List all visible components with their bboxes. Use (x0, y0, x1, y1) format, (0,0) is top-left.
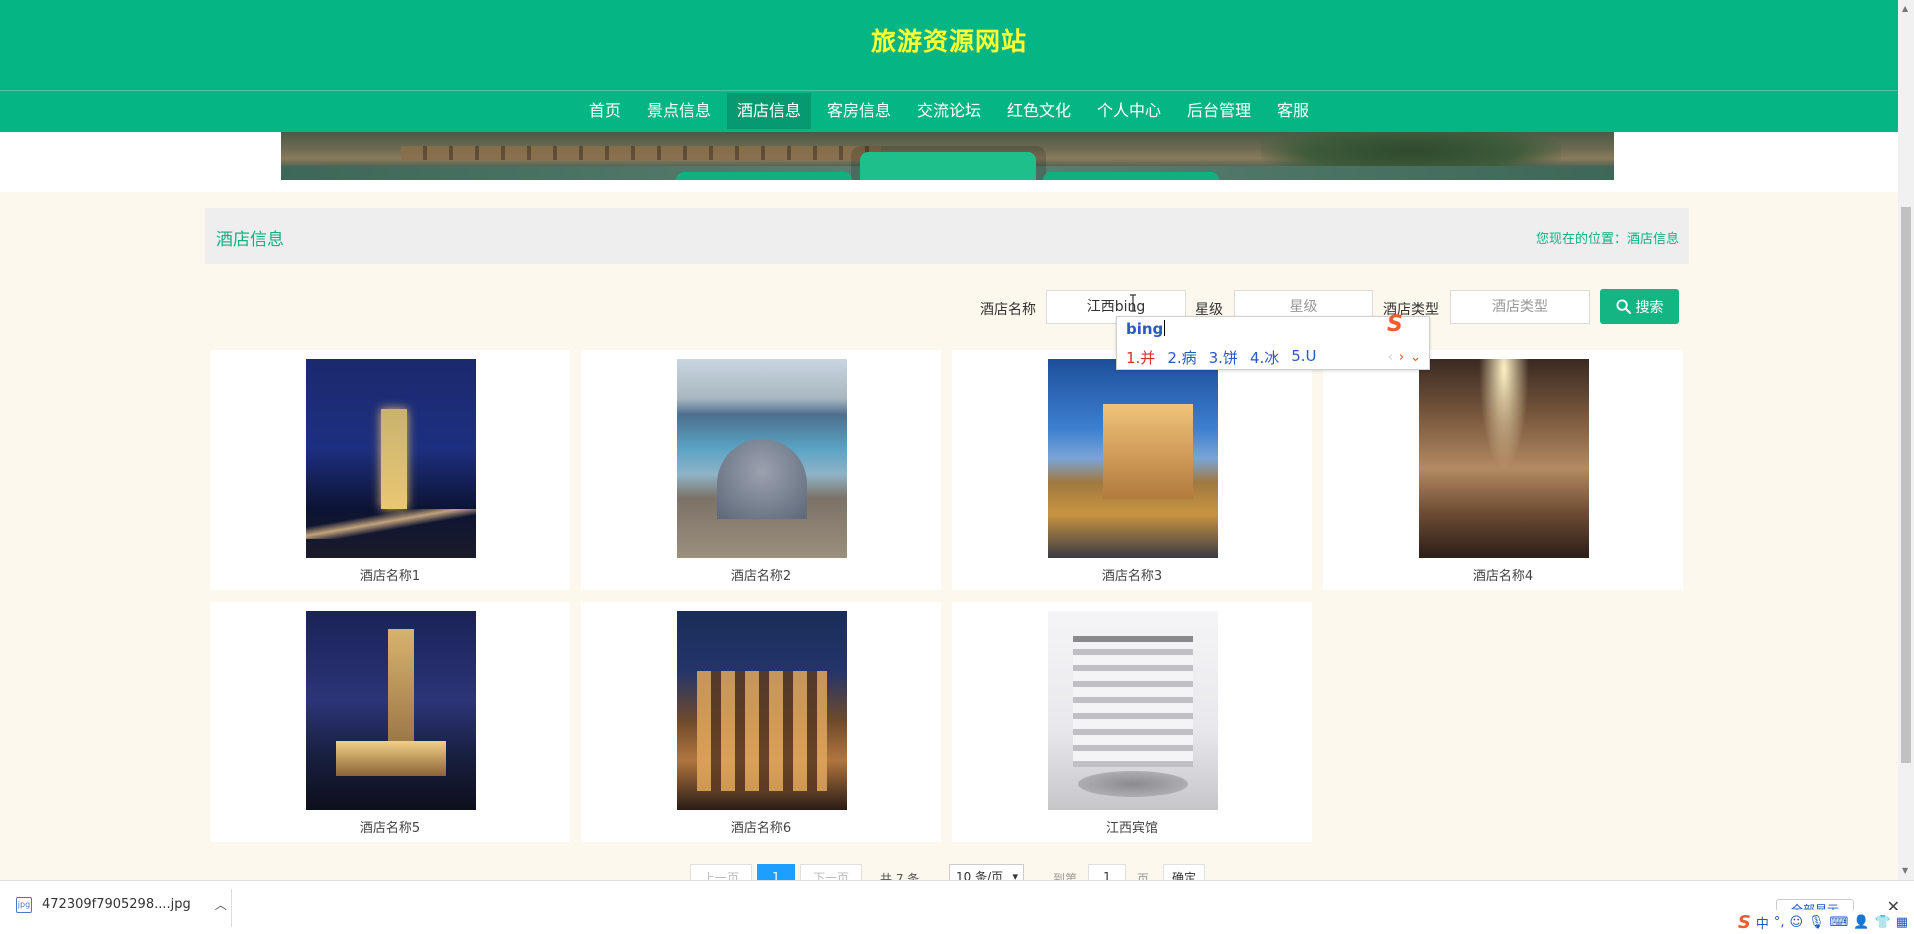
ime-candidate[interactable]: 1.并 (1126, 347, 1155, 368)
hotel-name-label: 酒店名称 (980, 302, 1036, 318)
nav-item-hotels[interactable]: 酒店信息 (726, 93, 811, 129)
banner-area (0, 132, 1898, 192)
hotel-card[interactable]: 酒店名称5 (210, 602, 570, 842)
chevron-down-icon[interactable]: ⌄ (1410, 350, 1421, 365)
download-file-name[interactable]: 472309f7905298....jpg (42, 897, 191, 912)
microphone-icon[interactable]: 🎙 (1808, 915, 1825, 930)
search-button[interactable]: 搜索 (1600, 289, 1679, 324)
hotel-photo[interactable] (677, 611, 847, 810)
hotel-name[interactable]: 酒店名称5 (210, 817, 570, 836)
banner-boardwalk (401, 146, 881, 160)
hotel-photo[interactable] (306, 611, 476, 810)
hotel-name[interactable]: 酒店名称1 (210, 565, 570, 584)
nav-item-forum[interactable]: 交流论坛 (907, 93, 991, 129)
sogou-logo-icon: S (1387, 312, 1403, 337)
search-icon (1615, 299, 1631, 314)
hotel-card[interactable]: 江西宾馆 (952, 602, 1312, 842)
search-bar: 酒店名称 江西bing 星级 星级 酒店类型 酒店类型 搜索 (0, 288, 1898, 324)
text-cursor-icon (1130, 294, 1136, 312)
ime-candidates: 1.并 2.病 3.饼 4.冰 5.U (1126, 347, 1317, 368)
hotel-photo[interactable] (1048, 359, 1218, 558)
keyboard-icon[interactable]: ⌨ (1830, 915, 1849, 930)
site-header: 旅游资源网站 首页 景点信息 酒店信息 客房信息 交流论坛 红色文化 个人中心 … (0, 0, 1898, 132)
emoji-icon[interactable]: ☺ (1789, 915, 1803, 930)
hotel-card[interactable]: 酒店名称3 (952, 350, 1312, 590)
banner-tab-1[interactable] (676, 172, 852, 180)
hotel-photo[interactable] (306, 359, 476, 558)
punctuation-icon[interactable]: °, (1774, 915, 1785, 930)
breadcrumb-prefix: 您现在的位置： (1535, 232, 1627, 247)
hotel-name[interactable]: 酒店名称4 (1323, 565, 1683, 584)
hotel-photo[interactable] (677, 359, 847, 558)
hotel-name[interactable]: 酒店名称3 (952, 565, 1312, 584)
nav-item-profile[interactable]: 个人中心 (1087, 93, 1171, 129)
page-scrollbar[interactable]: ▲ ▼ (1898, 0, 1914, 880)
user-icon[interactable]: 👤 (1853, 915, 1869, 930)
download-item[interactable]: jpg 472309f7905298....jpg ︿ (16, 896, 227, 913)
breadcrumb-bar: 酒店信息 您现在的位置：酒店信息 (205, 208, 1689, 264)
nav-item-home[interactable]: 首页 (579, 93, 631, 129)
nav-item-rooms[interactable]: 客房信息 (817, 93, 901, 129)
chevron-left-icon[interactable]: ‹ (1388, 350, 1393, 365)
ime-tray: S 中 °, ☺ 🎙 ⌨ 👤 👕 ▦ (1733, 910, 1912, 934)
banner-image (281, 132, 1614, 180)
hotel-type-input[interactable]: 酒店类型 (1450, 290, 1590, 324)
ime-candidate[interactable]: 2.病 (1167, 347, 1196, 368)
download-bar: jpg 472309f7905298....jpg ︿ 全部显示 ✕ S 中 °… (0, 880, 1914, 934)
scrollbar-thumb[interactable] (1901, 207, 1911, 763)
grid-icon[interactable]: ▦ (1896, 915, 1908, 930)
ime-candidate[interactable]: 5.U (1291, 347, 1316, 368)
ime-composition: bing (1126, 320, 1164, 338)
hotel-card[interactable]: 酒店名称2 (581, 350, 941, 590)
skin-icon[interactable]: 👕 (1875, 915, 1891, 930)
chevron-right-icon[interactable]: › (1399, 350, 1404, 365)
breadcrumb-current[interactable]: 酒店信息 (1627, 232, 1679, 247)
banner-tab-3[interactable] (1043, 172, 1219, 180)
nav-item-support[interactable]: 客服 (1267, 93, 1319, 129)
hotel-card[interactable]: 酒店名称4 (1323, 350, 1683, 590)
hotel-card[interactable]: 酒店名称6 (581, 602, 941, 842)
ime-popup: bing S 1.并 2.病 3.饼 4.冰 5.U ‹ › ⌄ (1116, 312, 1430, 370)
hotel-card[interactable]: 酒店名称1 (210, 350, 570, 590)
search-button-label: 搜索 (1635, 299, 1664, 316)
breadcrumb: 您现在的位置：酒店信息 (1536, 228, 1679, 247)
banner-tab-2[interactable] (860, 152, 1036, 180)
hotel-photo[interactable] (1048, 611, 1218, 810)
page-title: 酒店信息 (216, 230, 284, 250)
scroll-up-icon[interactable]: ▲ (1902, 4, 1910, 13)
nav-item-attractions[interactable]: 景点信息 (637, 93, 721, 129)
hotel-name[interactable]: 江西宾馆 (952, 817, 1312, 836)
ime-candidate[interactable]: 4.冰 (1250, 347, 1279, 368)
hotel-name[interactable]: 酒店名称6 (581, 817, 941, 836)
chevron-up-icon[interactable]: ︿ (215, 896, 227, 913)
site-title: 旅游资源网站 (870, 27, 1027, 56)
sogou-logo-icon[interactable]: S (1738, 912, 1751, 933)
nav-item-red-culture[interactable]: 红色文化 (997, 93, 1081, 129)
nav-divider (0, 90, 1898, 91)
hotel-name[interactable]: 酒店名称2 (581, 565, 941, 584)
ime-candidate[interactable]: 3.饼 (1209, 347, 1238, 368)
nav-item-admin[interactable]: 后台管理 (1177, 93, 1261, 129)
ime-language[interactable]: 中 (1756, 913, 1769, 932)
ime-paging: ‹ › ⌄ (1388, 350, 1421, 365)
hotel-photo[interactable] (1419, 359, 1589, 558)
scroll-down-icon[interactable]: ▼ (1902, 866, 1910, 875)
download-divider (231, 889, 232, 927)
main-nav: 首页 景点信息 酒店信息 客房信息 交流论坛 红色文化 个人中心 后台管理 客服 (0, 93, 1898, 129)
image-file-icon: jpg (16, 896, 32, 913)
